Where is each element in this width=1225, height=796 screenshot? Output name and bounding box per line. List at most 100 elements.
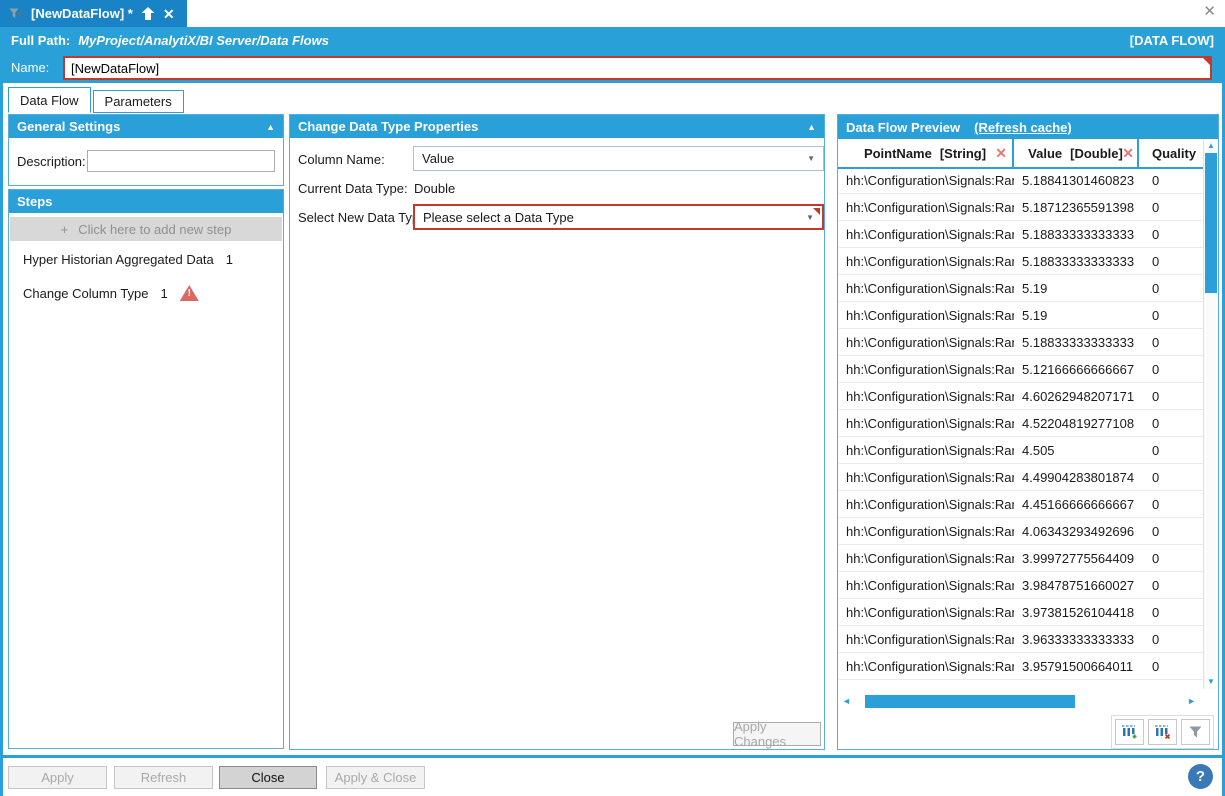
scroll-right-icon[interactable]: ► — [1187, 695, 1196, 708]
cell-value: 4.45166666666667 — [1014, 497, 1139, 512]
scroll-up-icon[interactable]: ▲ — [1204, 140, 1218, 152]
footer-bar: Apply Refresh Close Apply & Close ? — [0, 758, 1225, 796]
cell-point: hh:\Configuration\Signals:Ramp — [838, 524, 1014, 539]
doc-type-badge: [DATA FLOW] — [1130, 33, 1214, 48]
table-row[interactable]: hh:\Configuration\Signals:Ramp3.99972775… — [838, 545, 1203, 572]
table-row[interactable]: hh:\Configuration\Signals:Ramp5.18841301… — [838, 167, 1203, 194]
collapse-icon[interactable]: ▲ — [807, 122, 816, 132]
cell-value: 5.12166666666667 — [1014, 362, 1139, 377]
scroll-left-icon[interactable]: ◄ — [842, 695, 851, 708]
cell-value: 5.19 — [1014, 281, 1139, 296]
add-column-icon — [1121, 724, 1138, 740]
vertical-scrollbar[interactable]: ▲ ▼ — [1203, 139, 1218, 689]
document-tab-close-icon[interactable]: ✕ — [163, 7, 175, 21]
table-row[interactable]: hh:\Configuration\Signals:Ramp3.95791500… — [838, 653, 1203, 680]
table-row[interactable]: hh:\Configuration\Signals:Ramp4.5050 — [838, 437, 1203, 464]
table-row[interactable]: hh:\Configuration\Signals:Ramp4.45166666… — [838, 491, 1203, 518]
table-row[interactable]: hh:\Configuration\Signals:Ramp5.18833333… — [838, 329, 1203, 356]
name-label: Name: — [11, 60, 49, 75]
add-column-button[interactable] — [1115, 719, 1144, 745]
chevron-down-icon: ▼ — [807, 154, 815, 163]
cell-value: 5.19 — [1014, 308, 1139, 323]
scroll-down-icon[interactable]: ▼ — [1204, 676, 1218, 688]
new-type-value: Please select a Data Type — [423, 210, 574, 225]
column-header-value[interactable]: Value [Double] ✕ — [1014, 139, 1139, 167]
table-row[interactable]: hh:\Configuration\Signals:Ramp5.190 — [838, 275, 1203, 302]
collapse-icon[interactable]: ▲ — [266, 122, 275, 132]
column-name-dropdown[interactable]: Value ▼ — [413, 146, 824, 171]
table-row[interactable]: hh:\Configuration\Signals:Ramp5.18833333… — [838, 248, 1203, 275]
apply-and-close-button[interactable]: Apply & Close — [326, 766, 425, 789]
tab-parameters[interactable]: Parameters — [93, 90, 184, 113]
cell-quality: 0 — [1139, 200, 1203, 215]
horizontal-scrollbar-thumb[interactable] — [865, 695, 1075, 708]
step-item[interactable]: Change Column Type1! — [9, 276, 283, 310]
cell-point: hh:\Configuration\Signals:Ramp — [838, 551, 1014, 566]
table-row[interactable]: hh:\Configuration\Signals:Ramp4.60262948… — [838, 383, 1203, 410]
cell-quality: 0 — [1139, 281, 1203, 296]
cell-point: hh:\Configuration\Signals:Ramp — [838, 281, 1014, 296]
cell-value: 5.18833333333333 — [1014, 335, 1139, 350]
cell-value: 3.98478751660027 — [1014, 578, 1139, 593]
cell-point: hh:\Configuration\Signals:Ramp — [838, 173, 1014, 188]
horizontal-scrollbar-track[interactable] — [855, 695, 1183, 708]
table-row[interactable]: hh:\Configuration\Signals:Ramp3.96333333… — [838, 626, 1203, 653]
table-row[interactable]: hh:\Configuration\Signals:Ramp5.18712365… — [838, 194, 1203, 221]
name-input[interactable] — [63, 56, 1212, 80]
preview-table-body: hh:\Configuration\Signals:Ramp5.18841301… — [838, 167, 1203, 687]
add-step-button[interactable]: + Click here to add new step — [10, 217, 282, 241]
table-row[interactable]: hh:\Configuration\Signals:Ramp5.190 — [838, 302, 1203, 329]
step-item-label: Hyper Historian Aggregated Data — [23, 252, 214, 267]
cell-quality: 0 — [1139, 362, 1203, 377]
cell-point: hh:\Configuration\Signals:Ramp — [838, 632, 1014, 647]
close-button[interactable]: Close — [219, 766, 317, 789]
table-row[interactable]: hh:\Configuration\Signals:Ramp4.49904283… — [838, 464, 1203, 491]
vertical-scrollbar-thumb[interactable] — [1205, 153, 1217, 293]
apply-button[interactable]: Apply — [8, 766, 107, 789]
column-header-pointname[interactable]: PointName [String] ✕ — [838, 139, 1014, 167]
general-settings-header[interactable]: General Settings ▲ — [9, 115, 283, 138]
table-row[interactable]: hh:\Configuration\Signals:Ramp4.52204819… — [838, 410, 1203, 437]
remove-column-icon[interactable]: ✕ — [1122, 145, 1134, 162]
table-row[interactable]: hh:\Configuration\Signals:Ramp5.12166666… — [838, 356, 1203, 383]
table-row[interactable]: hh:\Configuration\Signals:Ramp3.97381526… — [838, 599, 1203, 626]
remove-column-icon[interactable]: ✕ — [995, 145, 1007, 162]
preview-header: Data Flow Preview (Refresh cache) — [838, 115, 1218, 139]
table-row[interactable]: hh:\Configuration\Signals:Ramp3.98478751… — [838, 572, 1203, 599]
chevron-down-icon: ▼ — [806, 213, 814, 222]
add-step-label: Click here to add new step — [78, 222, 231, 237]
horizontal-scrollbar[interactable]: ◄ ► — [842, 695, 1196, 708]
filter-button[interactable] — [1181, 719, 1210, 745]
refresh-button[interactable]: Refresh — [114, 766, 213, 789]
document-tab[interactable]: [NewDataFlow] * ✕ — [0, 0, 187, 27]
description-input[interactable] — [87, 150, 275, 172]
cell-quality: 0 — [1139, 497, 1203, 512]
table-row[interactable]: hh:\Configuration\Signals:Ramp3.93532797… — [838, 680, 1203, 687]
tab-data-flow[interactable]: Data Flow — [8, 87, 91, 113]
full-path-bar: Full Path: MyProject/AnalytiX/BI Server/… — [0, 27, 1225, 53]
full-path-label: Full Path: — [11, 33, 70, 48]
description-row: Description: — [9, 138, 283, 172]
table-row[interactable]: hh:\Configuration\Signals:Ramp5.18833333… — [838, 221, 1203, 248]
steps-panel: Steps + Click here to add new step Hyper… — [8, 189, 284, 749]
general-settings-panel: General Settings ▲ Description: — [8, 114, 284, 186]
cell-quality: 0 — [1139, 686, 1203, 688]
properties-header[interactable]: Change Data Type Properties ▲ — [290, 115, 824, 138]
popout-arrow-icon[interactable] — [141, 7, 155, 20]
cell-quality: 0 — [1139, 659, 1203, 674]
step-item[interactable]: Hyper Historian Aggregated Data1 — [9, 243, 283, 276]
remove-column-button[interactable] — [1148, 719, 1177, 745]
new-type-dropdown[interactable]: Please select a Data Type ▼ — [413, 204, 824, 230]
document-tab-title: [NewDataFlow] * — [31, 6, 133, 21]
refresh-cache-link[interactable]: (Refresh cache) — [974, 120, 1072, 135]
window-close-icon[interactable]: ✕ — [1203, 4, 1216, 19]
apply-changes-button[interactable]: Apply Changes — [733, 722, 821, 746]
column-header-quality[interactable]: Quality [ — [1139, 139, 1203, 167]
document-tabstrip: [NewDataFlow] * ✕ ✕ — [0, 0, 1225, 27]
cell-quality: 0 — [1139, 470, 1203, 485]
help-icon[interactable]: ? — [1188, 764, 1213, 789]
table-row[interactable]: hh:\Configuration\Signals:Ramp4.06343293… — [838, 518, 1203, 545]
dataflow-funnel-icon — [8, 6, 23, 21]
cell-point: hh:\Configuration\Signals:Ramp — [838, 308, 1014, 323]
preview-title: Data Flow Preview — [846, 120, 960, 135]
